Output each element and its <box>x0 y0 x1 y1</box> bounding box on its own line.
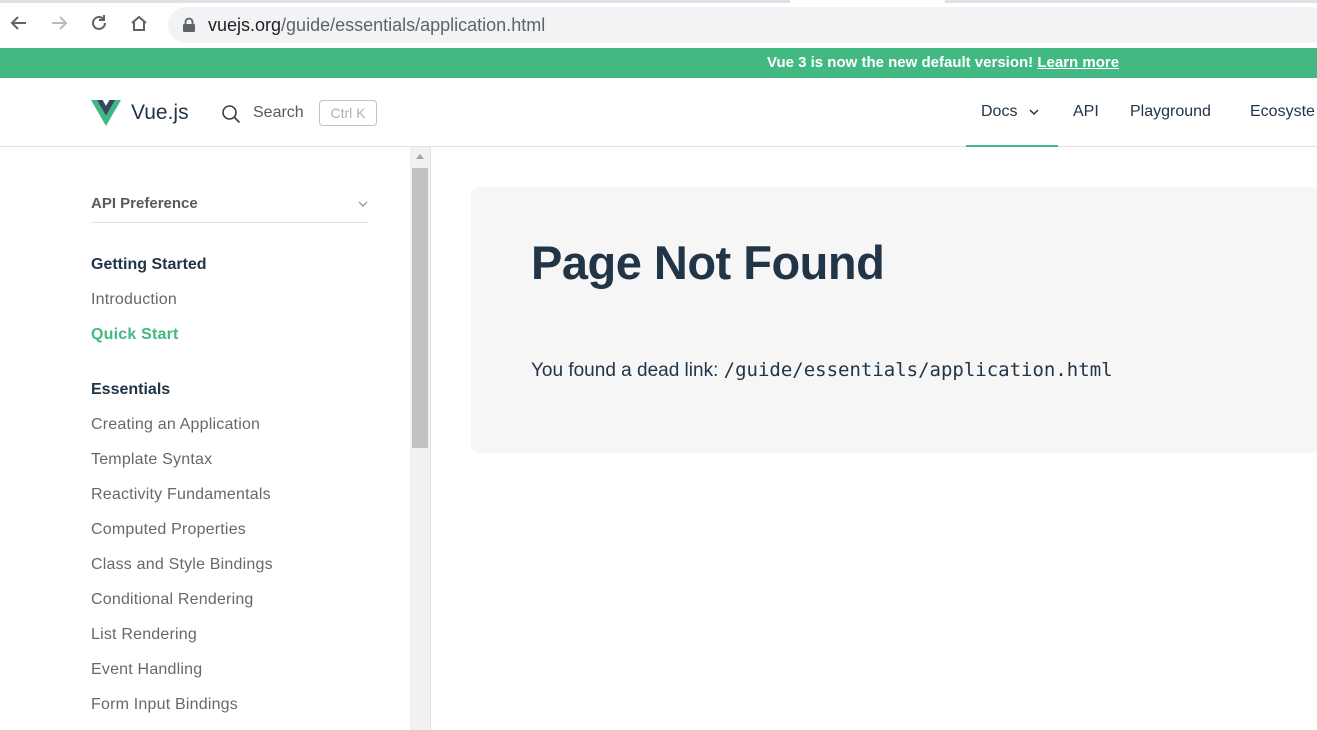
dead-link-text: You found a dead link: <box>531 360 719 381</box>
sidebar-section-title: Essentials <box>91 381 171 398</box>
site-navbar: Vue.js Search Ctrl K Docs API Playground… <box>0 78 1317 147</box>
nav-docs[interactable]: Docs <box>981 103 1040 121</box>
sidebar: API Preference Getting Started Introduct… <box>0 147 410 730</box>
sidebar-item-quick-start[interactable]: Quick Start <box>91 326 179 344</box>
api-preference-toggle[interactable]: API Preference <box>91 195 368 223</box>
scroll-up-arrow-icon[interactable] <box>416 154 424 159</box>
banner-message: Vue 3 is now the new default version! <box>767 54 1034 71</box>
announcement-banner: Vue 3 is now the new default version! Le… <box>0 48 1317 78</box>
nav-api[interactable]: API <box>1073 103 1099 121</box>
sidebar-item-template-syntax[interactable]: Template Syntax <box>91 451 212 469</box>
search-button[interactable]: Search <box>253 104 304 122</box>
lock-icon <box>183 17 195 32</box>
banner-text: Vue 3 is now the new default version! Le… <box>767 54 1119 71</box>
arrow-left-icon <box>10 16 26 30</box>
sidebar-item-creating-an-application[interactable]: Creating an Application <box>91 416 260 434</box>
reload-button[interactable] <box>87 11 111 35</box>
brand-name[interactable]: Vue.js <box>131 101 189 125</box>
page-title: Page Not Found <box>531 236 885 289</box>
chevron-down-icon <box>1029 109 1039 115</box>
sidebar-item-introduction[interactable]: Introduction <box>91 291 177 309</box>
url-host: vuejs.org <box>208 15 282 35</box>
forward-button[interactable] <box>47 11 71 35</box>
search-icon[interactable] <box>221 104 241 124</box>
arrow-right-icon <box>52 16 68 30</box>
chevron-down-icon <box>358 201 368 207</box>
back-button[interactable] <box>7 11 31 35</box>
dead-link-message: You found a dead link: /guide/essentials… <box>531 359 1113 382</box>
address-bar[interactable]: vuejs.org/guide/essentials/application.h… <box>168 7 1317 43</box>
learn-more-link[interactable]: Learn more <box>1037 54 1119 71</box>
sidebar-item-list-rendering[interactable]: List Rendering <box>91 626 197 644</box>
nav-playground[interactable]: Playground <box>1130 103 1211 121</box>
dead-link-path: /guide/essentials/application.html <box>723 359 1113 381</box>
vue-logo-icon[interactable] <box>91 100 121 126</box>
browser-toolbar: vuejs.org/guide/essentials/application.h… <box>0 0 1317 48</box>
sidebar-item-computed-properties[interactable]: Computed Properties <box>91 521 246 539</box>
sidebar-item-form-input-bindings[interactable]: Form Input Bindings <box>91 696 238 714</box>
sidebar-section-title: Getting Started <box>91 256 207 273</box>
sidebar-item-class-and-style-bindings[interactable]: Class and Style Bindings <box>91 556 273 574</box>
not-found-card: Page Not Found You found a dead link: /g… <box>471 187 1317 453</box>
main-content: Page Not Found You found a dead link: /g… <box>431 147 1317 730</box>
sidebar-item-conditional-rendering[interactable]: Conditional Rendering <box>91 591 254 609</box>
home-icon <box>131 15 147 31</box>
tab-strip <box>0 0 1317 3</box>
url-path: /guide/essentials/application.html <box>281 15 546 35</box>
nav-ecosystem[interactable]: Ecosyste <box>1250 103 1315 121</box>
reload-icon <box>92 15 106 30</box>
url-text: vuejs.org/guide/essentials/application.h… <box>208 15 545 36</box>
home-button[interactable] <box>127 11 151 35</box>
api-preference-label: API Preference <box>91 195 198 212</box>
sidebar-item-event-handling[interactable]: Event Handling <box>91 661 202 679</box>
search-shortcut-badge: Ctrl K <box>319 100 377 126</box>
sidebar-scrollbar[interactable] <box>410 147 430 730</box>
nav-docs-label: Docs <box>981 103 1018 120</box>
scrollbar-thumb[interactable] <box>412 168 428 448</box>
sidebar-item-reactivity-fundamentals[interactable]: Reactivity Fundamentals <box>91 486 271 504</box>
